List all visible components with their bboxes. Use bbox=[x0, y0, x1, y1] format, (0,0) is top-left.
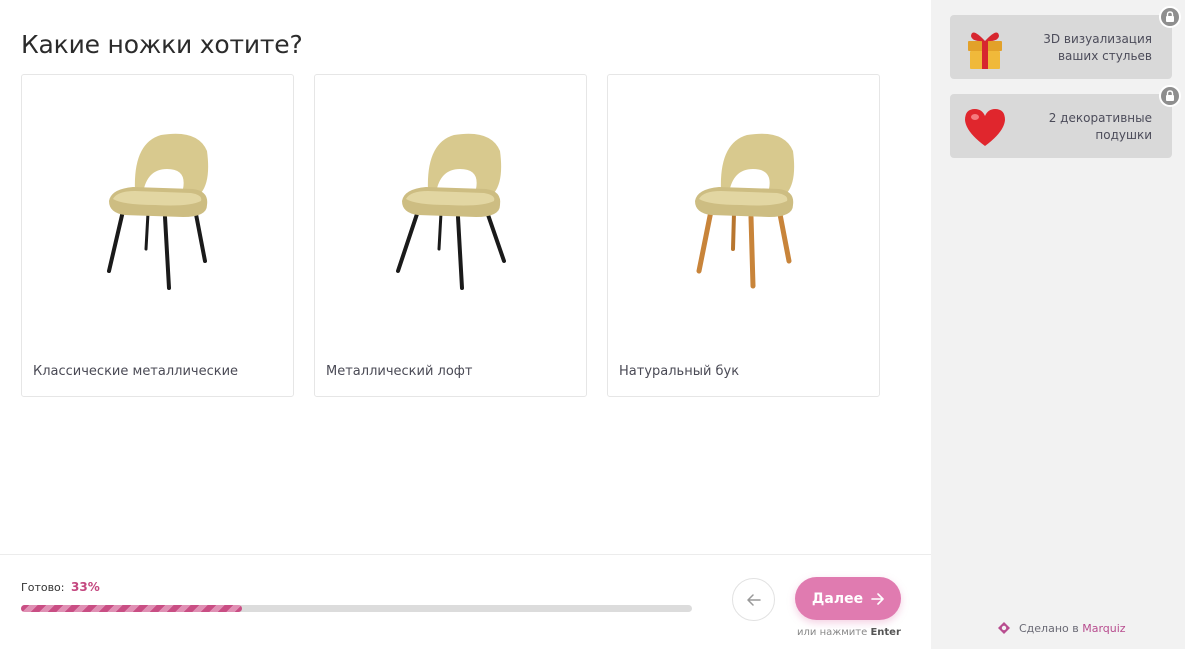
lock-icon bbox=[1159, 85, 1181, 107]
option-label: Натуральный бук bbox=[619, 364, 740, 379]
bonus-card-3d: 3D визуализация ваших стульев bbox=[950, 6, 1181, 79]
enter-hint-prefix: или нажмите bbox=[797, 627, 868, 638]
brand-link[interactable]: Marquiz bbox=[1082, 622, 1125, 635]
marquiz-logo-icon bbox=[998, 622, 1010, 634]
progress-label: Готово: bbox=[21, 581, 65, 594]
gift-icon bbox=[968, 32, 1002, 69]
chair-illustration bbox=[395, 133, 506, 290]
bonus-sidebar: 3D визуализация ваших стульев 2 декорати… bbox=[931, 0, 1185, 649]
next-button-label: Далее bbox=[811, 590, 864, 607]
question-title: Какие ножки хотите? bbox=[21, 30, 303, 59]
lock-icon bbox=[1159, 6, 1181, 28]
option-card-beech[interactable]: Натуральный бук bbox=[607, 74, 880, 397]
chair-image bbox=[316, 76, 585, 346]
bonus-text: 3D визуализация ваших стульев bbox=[1043, 32, 1152, 63]
quiz-footer: Готово: 33% Далее или нажмите Enter bbox=[0, 554, 931, 649]
option-card-classic-metal[interactable]: Классические металлические bbox=[21, 74, 294, 397]
option-card-loft[interactable]: Металлический лофт bbox=[314, 74, 587, 397]
chair-image bbox=[23, 76, 292, 346]
back-button[interactable] bbox=[732, 578, 775, 621]
chair-image bbox=[609, 76, 878, 346]
arrow-left-icon bbox=[746, 593, 761, 606]
progress-fill bbox=[21, 605, 243, 612]
enter-hint: или нажмите Enter bbox=[797, 627, 901, 638]
chair-illustration bbox=[694, 133, 794, 289]
made-prefix: Сделано в bbox=[1019, 621, 1079, 635]
heart-icon bbox=[965, 109, 1005, 146]
option-label: Классические металлические bbox=[33, 364, 239, 379]
made-with-marquiz[interactable]: Сделано в Marquiz bbox=[997, 621, 1126, 635]
bonus-card-pillows: 2 декоративные подушки bbox=[950, 85, 1181, 158]
progress-bar bbox=[21, 605, 692, 612]
chair-illustration bbox=[106, 133, 208, 290]
bonus-text: 2 декоративные подушки bbox=[1048, 111, 1152, 142]
enter-hint-key: Enter bbox=[870, 627, 901, 638]
progress-value: 33% bbox=[71, 580, 100, 594]
next-button[interactable]: Далее bbox=[795, 577, 901, 620]
quiz-main: Какие ножки хотите? Классические металли… bbox=[0, 0, 931, 649]
option-label: Металлический лофт bbox=[326, 364, 473, 379]
arrow-right-icon bbox=[871, 592, 884, 605]
